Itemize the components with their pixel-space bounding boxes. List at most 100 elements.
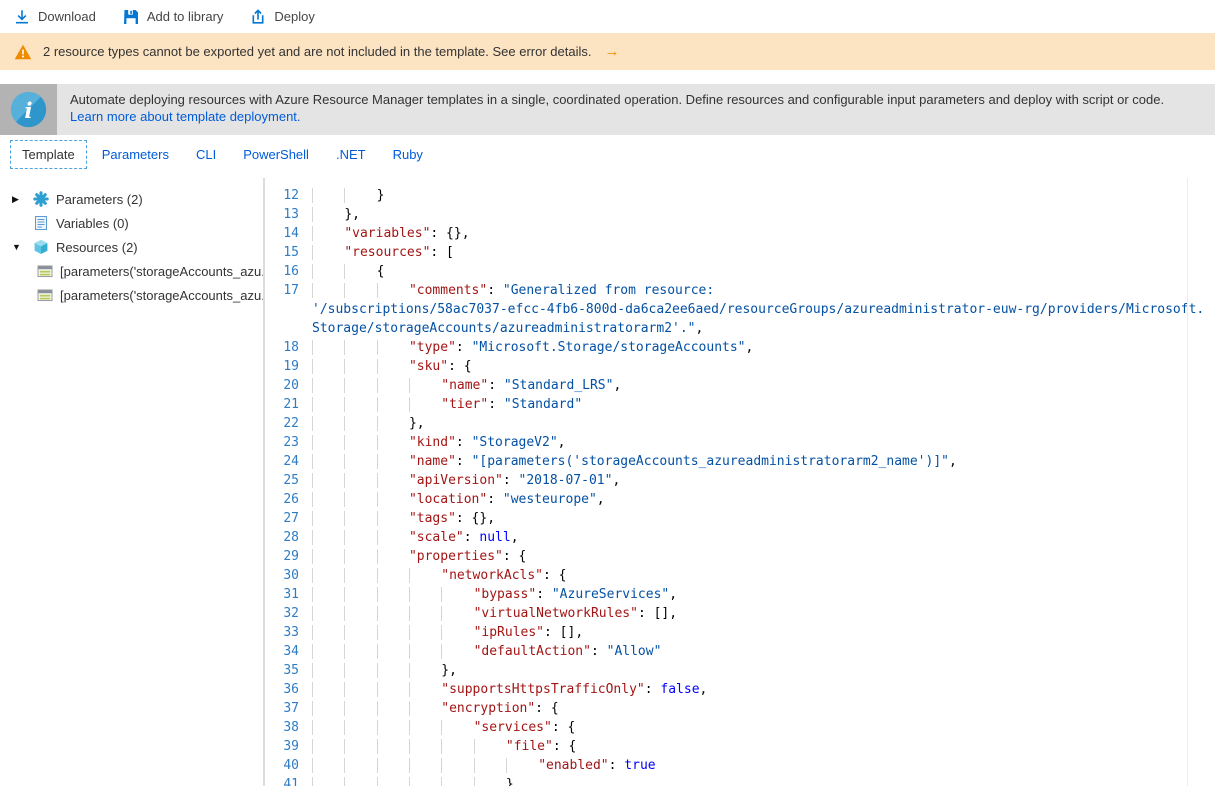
code-line-29: 29 "properties": { — [265, 547, 1215, 566]
indent-guide — [344, 378, 376, 393]
tree-item-parameters-2[interactable]: ▶Parameters (2) — [0, 187, 263, 211]
template-code-editor[interactable]: 12 }13 },14 "variables": {},15 "resource… — [263, 178, 1215, 786]
indent-guide — [344, 739, 376, 754]
code-token: "Microsoft.Storage/storageAccounts" — [472, 340, 746, 355]
code-token: "location" — [409, 492, 487, 507]
line-number: 23 — [265, 433, 312, 452]
indent-guide — [312, 625, 344, 640]
indent-guide — [312, 207, 344, 222]
indent-guide — [409, 378, 441, 393]
tree-item-parameters-storageaccounts-azu[interactable]: [parameters('storageAccounts_azu... — [0, 283, 263, 307]
tree-item-resources-2[interactable]: ▼Resources (2) — [0, 235, 263, 259]
tree-item-label: Variables (0) — [56, 216, 129, 231]
code-token: : { — [503, 549, 526, 564]
learn-more-link[interactable]: Learn more about template deployment. — [70, 109, 301, 124]
tab-template[interactable]: Template — [10, 140, 87, 169]
code-line-14: 14 "variables": {}, — [265, 224, 1215, 243]
chevron-down-icon[interactable]: ▼ — [12, 242, 33, 252]
code-line-25: 25 "apiVersion": "2018-07-01", — [265, 471, 1215, 490]
tab-parameters[interactable]: Parameters — [90, 140, 181, 169]
line-number: 33 — [265, 623, 312, 642]
code-line-content: Storage/storageAccounts/azureadministrat… — [312, 319, 1215, 338]
info-text: Automate deploying resources with Azure … — [57, 84, 1215, 135]
add-to-library-button[interactable]: Add to library — [123, 9, 224, 25]
indent-guide — [441, 777, 473, 786]
indent-guide — [344, 435, 376, 450]
code-line-content: "services": { — [312, 718, 1215, 737]
indent-guide — [344, 682, 376, 697]
indent-guide — [377, 663, 409, 678]
indent-guide — [377, 473, 409, 488]
indent-guide — [409, 701, 441, 716]
code-line-37: 37 "encryption": { — [265, 699, 1215, 718]
indent-guide — [409, 568, 441, 583]
indent-guide — [409, 587, 441, 602]
line-number: 14 — [265, 224, 312, 243]
code-token: : — [645, 682, 661, 697]
indent-guide — [377, 568, 409, 583]
code-token: "kind" — [409, 435, 456, 450]
indent-guide — [409, 663, 441, 678]
deploy-button[interactable]: Deploy — [250, 9, 314, 25]
indent-guide — [312, 682, 344, 697]
code-line-content: "apiVersion": "2018-07-01", — [312, 471, 1215, 490]
indent-guide — [312, 340, 344, 355]
toolbar: Download Add to library Deploy — [0, 0, 1215, 33]
code-token: : — [488, 378, 504, 393]
indent-guide — [344, 473, 376, 488]
tree-item-parameters-storageaccounts-azu[interactable]: [parameters('storageAccounts_azu... — [0, 259, 263, 283]
line-number: 30 — [265, 566, 312, 585]
code-token: , — [597, 492, 605, 507]
line-number: 15 — [265, 243, 312, 262]
download-button[interactable]: Download — [14, 9, 96, 25]
code-token: : — [609, 758, 625, 773]
code-line-28: 28 "scale": null, — [265, 528, 1215, 547]
indent-guide — [344, 606, 376, 621]
code-token: "AzureServices" — [552, 587, 669, 602]
indent-guide — [312, 549, 344, 564]
chevron-right-icon[interactable]: ▶ — [12, 194, 33, 205]
line-number: 38 — [265, 718, 312, 737]
code-token: : — [536, 587, 552, 602]
indent-guide — [377, 492, 409, 507]
code-line-17: 17 "comments": "Generalized from resourc… — [265, 281, 1215, 300]
line-number: 40 — [265, 756, 312, 775]
tree-item-label: [parameters('storageAccounts_azu... — [60, 288, 263, 303]
tree-item-label: [parameters('storageAccounts_azu... — [60, 264, 263, 279]
code-token: false — [660, 682, 699, 697]
tree-item-variables-0[interactable]: Variables (0) — [0, 211, 263, 235]
code-token: "resources" — [344, 245, 430, 260]
code-token: "tags" — [409, 511, 456, 526]
warning-banner: 2 resource types cannot be exported yet … — [0, 33, 1215, 70]
code-token: , — [669, 587, 677, 602]
code-line-content: "virtualNetworkRules": [], — [312, 604, 1215, 623]
tab-powershell[interactable]: PowerShell — [231, 140, 321, 169]
tab-net[interactable]: .NET — [324, 140, 378, 169]
see-error-details-arrow-icon[interactable]: → — [605, 43, 620, 60]
line-number: 28 — [265, 528, 312, 547]
code-line-content: } — [312, 775, 1215, 786]
code-line-33: 33 "ipRules": [], — [265, 623, 1215, 642]
code-token: , — [949, 454, 957, 469]
code-line-content: "kind": "StorageV2", — [312, 433, 1215, 452]
code-line-content: "resources": [ — [312, 243, 1215, 262]
indent-guide — [344, 701, 376, 716]
indent-guide — [474, 739, 506, 754]
indent-guide — [409, 682, 441, 697]
code-token: "westeurope" — [503, 492, 597, 507]
indent-guide — [312, 378, 344, 393]
line-number: 36 — [265, 680, 312, 699]
line-number: 29 — [265, 547, 312, 566]
code-token: : — [503, 473, 519, 488]
tab-ruby[interactable]: Ruby — [381, 140, 435, 169]
indent-guide — [312, 492, 344, 507]
code-token: "encryption" — [441, 701, 535, 716]
indent-guide — [344, 340, 376, 355]
code-token: , — [696, 321, 704, 336]
save-icon — [123, 9, 139, 25]
tab-cli[interactable]: CLI — [184, 140, 228, 169]
code-token: : { — [535, 701, 558, 716]
indent-guide — [441, 758, 473, 773]
code-line-36: 36 "supportsHttpsTrafficOnly": false, — [265, 680, 1215, 699]
indent-guide — [377, 511, 409, 526]
